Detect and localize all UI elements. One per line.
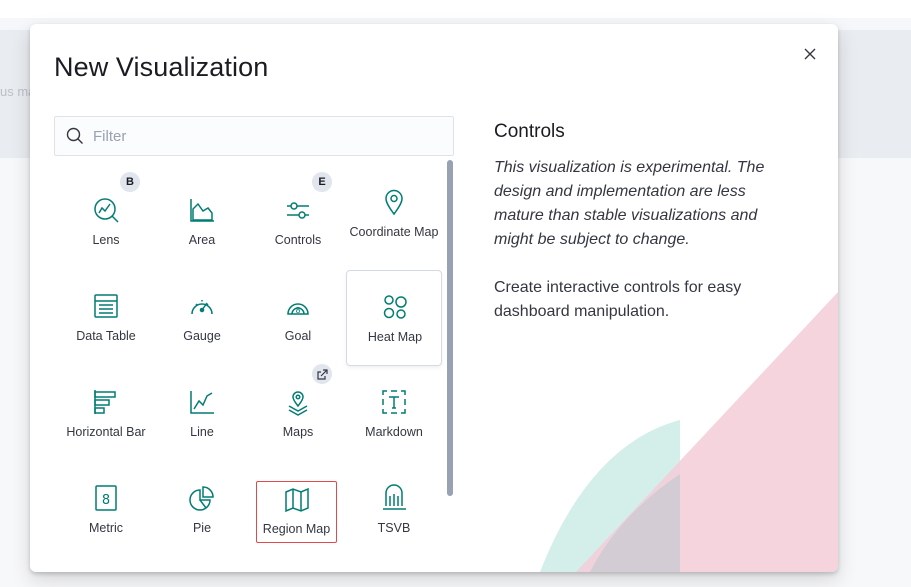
filter-search-box[interactable]	[54, 116, 454, 156]
controls-icon	[284, 196, 312, 224]
vis-card-heat-map[interactable]: Heat Map	[346, 270, 442, 366]
vis-card-coordinate-map[interactable]: Coordinate Map	[346, 162, 442, 258]
svg-text:8: 8	[102, 493, 110, 508]
filter-input[interactable]	[93, 118, 453, 154]
vis-card-label: Coordinate Map	[349, 225, 439, 239]
vis-card-label: Data Table	[76, 329, 136, 343]
map-pin-icon	[380, 188, 408, 216]
markdown-icon	[380, 388, 408, 416]
vis-card-label: Metric	[88, 521, 124, 535]
maps-icon	[284, 388, 312, 416]
lens-icon	[92, 196, 120, 224]
close-icon	[804, 48, 816, 60]
table-icon	[92, 292, 120, 320]
goal-icon: 8	[284, 292, 312, 320]
heat-map-icon	[381, 293, 409, 321]
svg-text:8: 8	[295, 306, 300, 315]
vis-card-label: Maps	[282, 425, 314, 439]
description-text: Create interactive controls for easy das…	[494, 279, 742, 320]
new-visualization-modal: New Visualization B Lens	[30, 24, 838, 572]
horizontal-bar-icon	[92, 388, 120, 416]
modal-title: New Visualization	[54, 52, 269, 82]
close-button[interactable]	[798, 42, 822, 66]
beta-badge: B	[120, 172, 140, 192]
vis-card-label: Region Map	[262, 522, 331, 536]
vis-card-area[interactable]: Area	[154, 162, 250, 258]
vis-card-label: Pie	[192, 521, 212, 535]
vis-card-gauge[interactable]: Gauge	[154, 258, 250, 354]
metric-icon: 8	[92, 484, 120, 512]
area-chart-icon	[188, 196, 216, 224]
pie-chart-icon	[188, 484, 216, 512]
tsvb-icon	[380, 484, 408, 512]
vis-card-label: Markdown	[365, 425, 423, 439]
vis-card-controls[interactable]: E Controls	[250, 162, 346, 258]
experimental-note: This visualization is experimental. The …	[494, 159, 765, 248]
vis-card-metric[interactable]: 8 Metric	[58, 450, 154, 546]
vis-card-region-map[interactable]: Region Map	[256, 481, 337, 543]
vis-card-label: Goal	[284, 329, 312, 343]
vis-card-label: Controls	[274, 233, 322, 247]
vis-card-tsvb[interactable]: TSVB	[346, 450, 442, 546]
vis-card-label: Line	[190, 425, 214, 439]
experimental-badge: E	[312, 172, 332, 192]
vis-card-goal[interactable]: 8 Goal	[250, 258, 346, 354]
region-map-icon	[283, 486, 311, 514]
gauge-icon	[188, 292, 216, 320]
vis-card-horizontal-bar[interactable]: Horizontal Bar	[58, 354, 154, 450]
vis-card-pie[interactable]: Pie	[154, 450, 250, 546]
vis-card-maps[interactable]: Maps	[250, 354, 346, 450]
background-top-bar	[0, 0, 911, 18]
vis-card-lens[interactable]: B Lens	[58, 162, 154, 258]
vis-card-label: Horizontal Bar	[66, 425, 146, 439]
vis-card-label: Area	[188, 233, 216, 247]
vis-card-data-table[interactable]: Data Table	[58, 258, 154, 354]
vis-card-markdown[interactable]: Markdown	[346, 354, 442, 450]
vis-card-label: TSVB	[377, 521, 411, 535]
grid-scrollbar[interactable]	[447, 160, 453, 496]
vis-card-label: Gauge	[183, 329, 221, 343]
search-icon	[57, 117, 93, 155]
description-title: Controls	[494, 121, 565, 142]
visualization-type-grid: B Lens Area E Controls Coordinate Map Da…	[54, 156, 458, 572]
line-chart-icon	[188, 388, 216, 416]
vis-card-label: Heat Map	[367, 330, 423, 344]
vis-card-label: Lens	[92, 233, 120, 247]
external-link-icon	[312, 364, 332, 384]
vis-card-line[interactable]: Line	[154, 354, 250, 450]
